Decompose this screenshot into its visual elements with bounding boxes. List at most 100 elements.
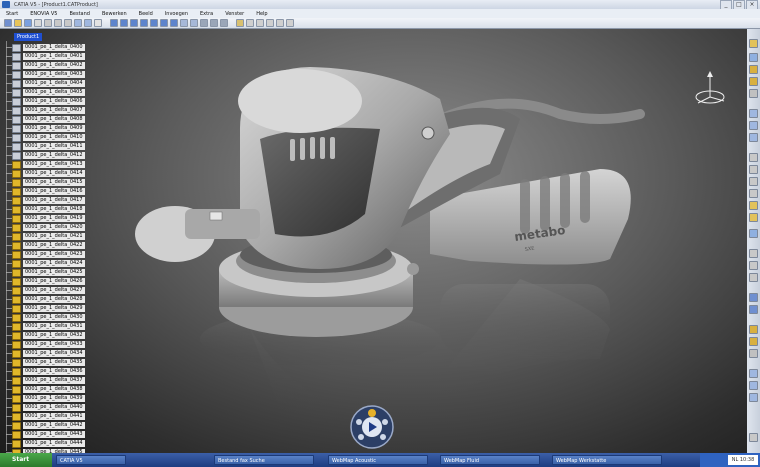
environment-icon[interactable] xyxy=(286,19,294,27)
tree-item[interactable]: 0001_pe_1_delta_0444 xyxy=(6,439,85,448)
taskbar-button-fluid[interactable]: WebMap Fluid xyxy=(440,455,540,465)
existing-component-icon[interactable] xyxy=(749,89,758,98)
insert-product-icon[interactable] xyxy=(749,77,758,86)
taskbar-button-acoustic[interactable]: WebMap Acoustic xyxy=(328,455,428,465)
apply-material-icon[interactable] xyxy=(256,19,264,27)
menu-bestand[interactable]: Bestand xyxy=(63,11,95,17)
constraint-offset-icon[interactable] xyxy=(749,177,758,186)
tree-item[interactable]: 0001_pe_1_delta_0436 xyxy=(6,367,85,376)
tree-item[interactable]: 0001_pe_1_delta_0420 xyxy=(6,223,85,232)
multi-view-icon[interactable] xyxy=(180,19,188,27)
tree-item[interactable]: 0001_pe_1_delta_0426 xyxy=(6,277,85,286)
nav-top-icon[interactable] xyxy=(368,409,376,417)
insert-component-icon[interactable] xyxy=(749,65,758,74)
whats-this-icon[interactable] xyxy=(94,19,102,27)
pan-icon[interactable] xyxy=(130,19,138,27)
sectioning-icon[interactable] xyxy=(749,261,758,270)
tree-item[interactable]: 0001_pe_1_delta_0437 xyxy=(6,376,85,385)
menu-bewerken[interactable]: Bewerken xyxy=(96,11,133,17)
tree-item[interactable]: 0001_pe_1_delta_0422 xyxy=(6,241,85,250)
constraint-coincidence-icon[interactable] xyxy=(749,153,758,162)
fit-all-icon[interactable] xyxy=(120,19,128,27)
tree-item[interactable]: 0001_pe_1_delta_0428 xyxy=(6,295,85,304)
menu-venster[interactable]: Venster xyxy=(219,11,250,17)
tree-item[interactable]: 0001_pe_1_delta_0406 xyxy=(6,97,85,106)
3d-viewport[interactable]: metabo SXE Product1 0001_pe_1_delta_0400… xyxy=(0,29,747,453)
new-file-icon[interactable] xyxy=(4,19,12,27)
taskbar-button-catia[interactable]: CATIA V5 xyxy=(56,455,126,465)
tree-item[interactable]: 0001_pe_1_delta_0424 xyxy=(6,259,85,268)
fix-component-icon[interactable] xyxy=(749,201,758,210)
tree-item[interactable]: 0001_pe_1_delta_0439 xyxy=(6,394,85,403)
save-icon[interactable] xyxy=(24,19,32,27)
select-icon[interactable] xyxy=(749,39,758,48)
normal-view-icon[interactable] xyxy=(170,19,178,27)
tree-item[interactable]: 0001_pe_1_delta_0442 xyxy=(6,421,85,430)
tree-item[interactable]: 0001_pe_1_delta_0440 xyxy=(6,403,85,412)
measure-icon[interactable] xyxy=(246,19,254,27)
navigation-wheel[interactable] xyxy=(350,405,394,449)
taskbar-button-fax[interactable]: Bestand fax Suche xyxy=(214,455,314,465)
menu-beeld[interactable]: Beeld xyxy=(133,11,159,17)
compass-icon[interactable] xyxy=(690,69,730,109)
product-structure-icon[interactable] xyxy=(749,53,758,62)
print-icon[interactable] xyxy=(34,19,42,27)
tree-item[interactable]: 0001_pe_1_delta_0410 xyxy=(6,133,85,142)
tree-item[interactable]: 0001_pe_1_delta_0402 xyxy=(6,61,85,70)
clash-icon[interactable] xyxy=(749,249,758,258)
open-folder-icon[interactable] xyxy=(14,19,22,27)
snap-icon[interactable] xyxy=(749,121,758,130)
copy-icon[interactable] xyxy=(54,19,62,27)
paste-icon[interactable] xyxy=(64,19,72,27)
fly-mode-icon[interactable] xyxy=(110,19,118,27)
tree-item[interactable]: 0001_pe_1_delta_0435 xyxy=(6,358,85,367)
tree-item[interactable]: 0001_pe_1_delta_0411 xyxy=(6,142,85,151)
tree-item[interactable]: 0001_pe_1_delta_0404 xyxy=(6,79,85,88)
zoom-in-icon[interactable] xyxy=(150,19,158,27)
undo-icon[interactable] xyxy=(74,19,82,27)
measure-item-icon[interactable] xyxy=(749,381,758,390)
tree-item[interactable]: 0001_pe_1_delta_0429 xyxy=(6,304,85,313)
tree-item[interactable]: 0001_pe_1_delta_0438 xyxy=(6,385,85,394)
tree-item[interactable]: 0001_pe_1_delta_0414 xyxy=(6,169,85,178)
tree-item[interactable]: 0001_pe_1_delta_0412 xyxy=(6,151,85,160)
tree-item[interactable]: 0001_pe_1_delta_0408 xyxy=(6,115,85,124)
tree-item[interactable]: 0001_pe_1_delta_0441 xyxy=(6,412,85,421)
fix-together-icon[interactable] xyxy=(749,213,758,222)
tree-item[interactable]: 0001_pe_1_delta_0434 xyxy=(6,349,85,358)
zoom-out-icon[interactable] xyxy=(160,19,168,27)
tree-item[interactable]: 0001_pe_1_delta_0403 xyxy=(6,70,85,79)
menu-extra[interactable]: Extra xyxy=(194,11,219,17)
tree-item[interactable]: 0001_pe_1_delta_0409 xyxy=(6,124,85,133)
tree-item[interactable]: 0001_pe_1_delta_0433 xyxy=(6,340,85,349)
constraint-angle-icon[interactable] xyxy=(749,189,758,198)
tree-item[interactable]: 0001_pe_1_delta_0430 xyxy=(6,313,85,322)
manipulate-icon[interactable] xyxy=(749,109,758,118)
bill-of-material-icon[interactable] xyxy=(749,337,758,346)
tree-item[interactable]: 0001_pe_1_delta_0431 xyxy=(6,322,85,331)
iso-view-icon[interactable] xyxy=(190,19,198,27)
tree-item[interactable]: 0001_pe_1_delta_0417 xyxy=(6,196,85,205)
tree-item[interactable]: 0001_pe_1_delta_0432 xyxy=(6,331,85,340)
measure-between-icon[interactable] xyxy=(749,369,758,378)
swap-visible-icon[interactable] xyxy=(220,19,228,27)
taskbar-button-werkstatte[interactable]: WebMap Werkstatte xyxy=(552,455,662,465)
rotate-icon[interactable] xyxy=(140,19,148,27)
tree-item[interactable]: 0001_pe_1_delta_0415 xyxy=(6,178,85,187)
update-icon[interactable] xyxy=(749,229,758,238)
hide-show-icon[interactable] xyxy=(210,19,218,27)
shading-icon[interactable] xyxy=(200,19,208,27)
redo-icon[interactable] xyxy=(84,19,92,27)
tree-item[interactable]: 0001_pe_1_delta_0423 xyxy=(6,250,85,259)
tree-root-product[interactable]: Product1 xyxy=(14,33,43,41)
tree-item[interactable]: 0001_pe_1_delta_0400 xyxy=(6,43,85,52)
tree-item[interactable]: 0001_pe_1_delta_0413 xyxy=(6,160,85,169)
weld-icon[interactable] xyxy=(749,305,758,314)
menu-enovia[interactable]: ENOVIA V5 xyxy=(24,11,63,17)
cut-icon[interactable] xyxy=(44,19,52,27)
tree-item[interactable]: 0001_pe_1_delta_0407 xyxy=(6,106,85,115)
tree-item[interactable]: 0001_pe_1_delta_0421 xyxy=(6,232,85,241)
menu-invoegen[interactable]: Invoegen xyxy=(159,11,194,17)
publication-icon[interactable] xyxy=(749,349,758,358)
measure-inertia-icon[interactable] xyxy=(749,393,758,402)
